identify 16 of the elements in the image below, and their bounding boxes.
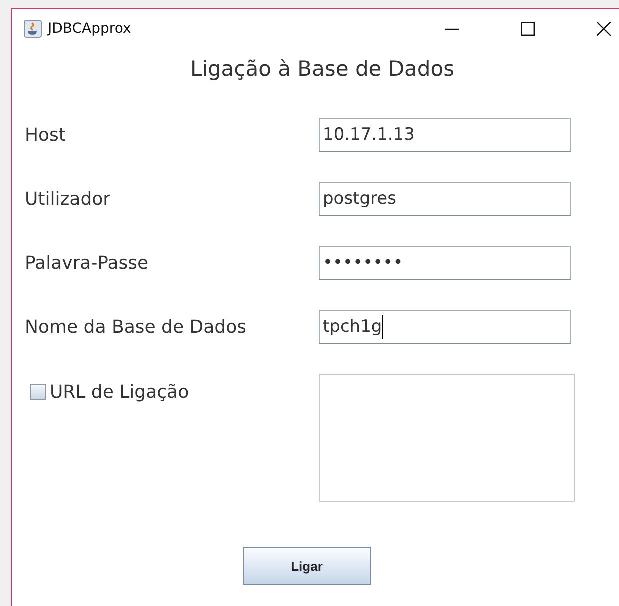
form-heading: Ligação à Base de Dados <box>189 56 456 83</box>
checkbox-label: URL de Ligação <box>50 382 190 402</box>
field-label: Palavra-Passe <box>25 252 150 274</box>
field-label: Nome da Base de Dados <box>25 316 248 338</box>
checkbox[interactable] <box>30 384 46 400</box>
app-icon <box>24 20 42 38</box>
close-icon[interactable] <box>597 22 611 36</box>
field-label: Utilizador <box>25 188 112 210</box>
input-field[interactable]: postgres <box>319 182 571 216</box>
input-field[interactable]: 10.17.1.13 <box>319 118 571 152</box>
input-field[interactable]: •••••••• <box>319 246 571 280</box>
connect-button[interactable]: Ligar <box>243 547 371 585</box>
window-title: JDBCApprox <box>48 21 132 37</box>
field-label: Host <box>25 124 67 146</box>
input-field[interactable]: tpch1g <box>319 310 571 344</box>
maximize-icon[interactable] <box>521 22 535 36</box>
